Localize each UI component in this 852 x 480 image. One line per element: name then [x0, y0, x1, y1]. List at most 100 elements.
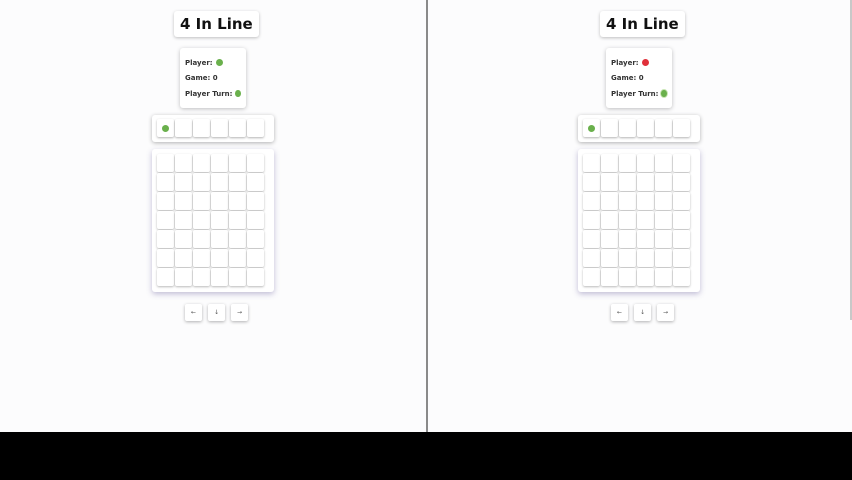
board-cell: [211, 268, 228, 286]
board-cell: [157, 192, 174, 210]
board-cell: [583, 211, 600, 229]
board-cell: [601, 268, 618, 286]
board-cell: [211, 154, 228, 172]
game-info-panel: Player: Game: 0 Player Turn:: [606, 48, 672, 108]
turn-label: Player Turn:: [611, 89, 659, 98]
move-right-button[interactable]: →: [231, 304, 248, 321]
selector-slot[interactable]: [673, 119, 690, 137]
board-cell: [211, 192, 228, 210]
board-cell: [157, 154, 174, 172]
selector-slot[interactable]: [601, 119, 618, 137]
board-cell: [229, 154, 246, 172]
move-left-button[interactable]: ←: [185, 304, 202, 321]
drop-button[interactable]: ↓: [634, 304, 651, 321]
selector-slot[interactable]: [247, 119, 264, 137]
board-cell: [157, 268, 174, 286]
board-cell: [157, 173, 174, 191]
board-cell: [601, 211, 618, 229]
board-cell: [211, 249, 228, 267]
turn-row: Player Turn:: [611, 86, 667, 102]
player-row: Player:: [185, 55, 241, 71]
board-cell: [247, 173, 264, 191]
selector-slot[interactable]: [157, 119, 174, 137]
board-cell: [193, 249, 210, 267]
board-cell: [211, 211, 228, 229]
game-row: Game: 0: [611, 71, 667, 87]
board-cell: [175, 154, 192, 172]
board-cell: [193, 173, 210, 191]
board-cell: [601, 249, 618, 267]
board-cell: [229, 192, 246, 210]
board-cell: [637, 249, 654, 267]
player-disc-icon: [641, 59, 649, 67]
board-cell: [229, 249, 246, 267]
selector-slot[interactable]: [175, 119, 192, 137]
board-cell: [583, 230, 600, 248]
drop-button[interactable]: ↓: [208, 304, 225, 321]
board-cell: [601, 230, 618, 248]
selector-slot[interactable]: [193, 119, 210, 137]
board-cell: [211, 230, 228, 248]
board-cell: [619, 211, 636, 229]
board-cell: [157, 249, 174, 267]
move-left-button[interactable]: ←: [611, 304, 628, 321]
player-label: Player:: [611, 58, 639, 67]
board-cell: [247, 211, 264, 229]
board-cell: [247, 249, 264, 267]
board-cell: [619, 268, 636, 286]
board-cell: [229, 268, 246, 286]
board-cell: [229, 211, 246, 229]
board-cell: [655, 192, 672, 210]
game-label: Game: 0: [185, 74, 218, 83]
turn-row: Player Turn:: [185, 86, 241, 102]
board-cell: [619, 154, 636, 172]
board-cell: [637, 192, 654, 210]
column-selector[interactable]: [578, 115, 700, 142]
board-cell: [673, 173, 690, 191]
board-cell: [583, 154, 600, 172]
selector-slot[interactable]: [637, 119, 654, 137]
board-cell: [229, 173, 246, 191]
selector-slot[interactable]: [211, 119, 228, 137]
board-cell: [655, 211, 672, 229]
board-cell: [247, 268, 264, 286]
move-controls: ← ↓ →: [611, 304, 674, 321]
game-board: [152, 149, 274, 292]
player-label: Player:: [185, 58, 213, 67]
board-cell: [193, 154, 210, 172]
selected-disc-icon: [162, 124, 169, 132]
selector-slot[interactable]: [619, 119, 636, 137]
board-cell: [619, 173, 636, 191]
board-cell: [673, 249, 690, 267]
selector-slot[interactable]: [229, 119, 246, 137]
board-cell: [655, 268, 672, 286]
turn-disc-icon: [661, 90, 667, 98]
board-cell: [175, 230, 192, 248]
turn-disc-icon: [235, 90, 241, 98]
move-controls: ← ↓ →: [185, 304, 248, 321]
selector-slot[interactable]: [583, 119, 600, 137]
selector-slot[interactable]: [655, 119, 672, 137]
game-info-panel: Player: Game: 0 Player Turn:: [180, 48, 246, 108]
move-right-button[interactable]: →: [657, 304, 674, 321]
board-cell: [673, 192, 690, 210]
game-row: Game: 0: [185, 71, 241, 87]
board-cell: [583, 173, 600, 191]
board-cell: [247, 230, 264, 248]
selected-disc-icon: [588, 124, 595, 132]
page-title: 4 In Line: [600, 11, 685, 37]
board-cell: [175, 211, 192, 229]
board-cell: [583, 249, 600, 267]
board-cell: [247, 192, 264, 210]
board-cell: [637, 173, 654, 191]
board-cell: [601, 154, 618, 172]
board-cell: [211, 173, 228, 191]
board-cell: [655, 173, 672, 191]
board-cell: [637, 154, 654, 172]
board-cell: [583, 192, 600, 210]
column-selector[interactable]: [152, 115, 274, 142]
board-cell: [673, 230, 690, 248]
board-cell: [601, 173, 618, 191]
board-cell: [673, 211, 690, 229]
board-cell: [229, 230, 246, 248]
